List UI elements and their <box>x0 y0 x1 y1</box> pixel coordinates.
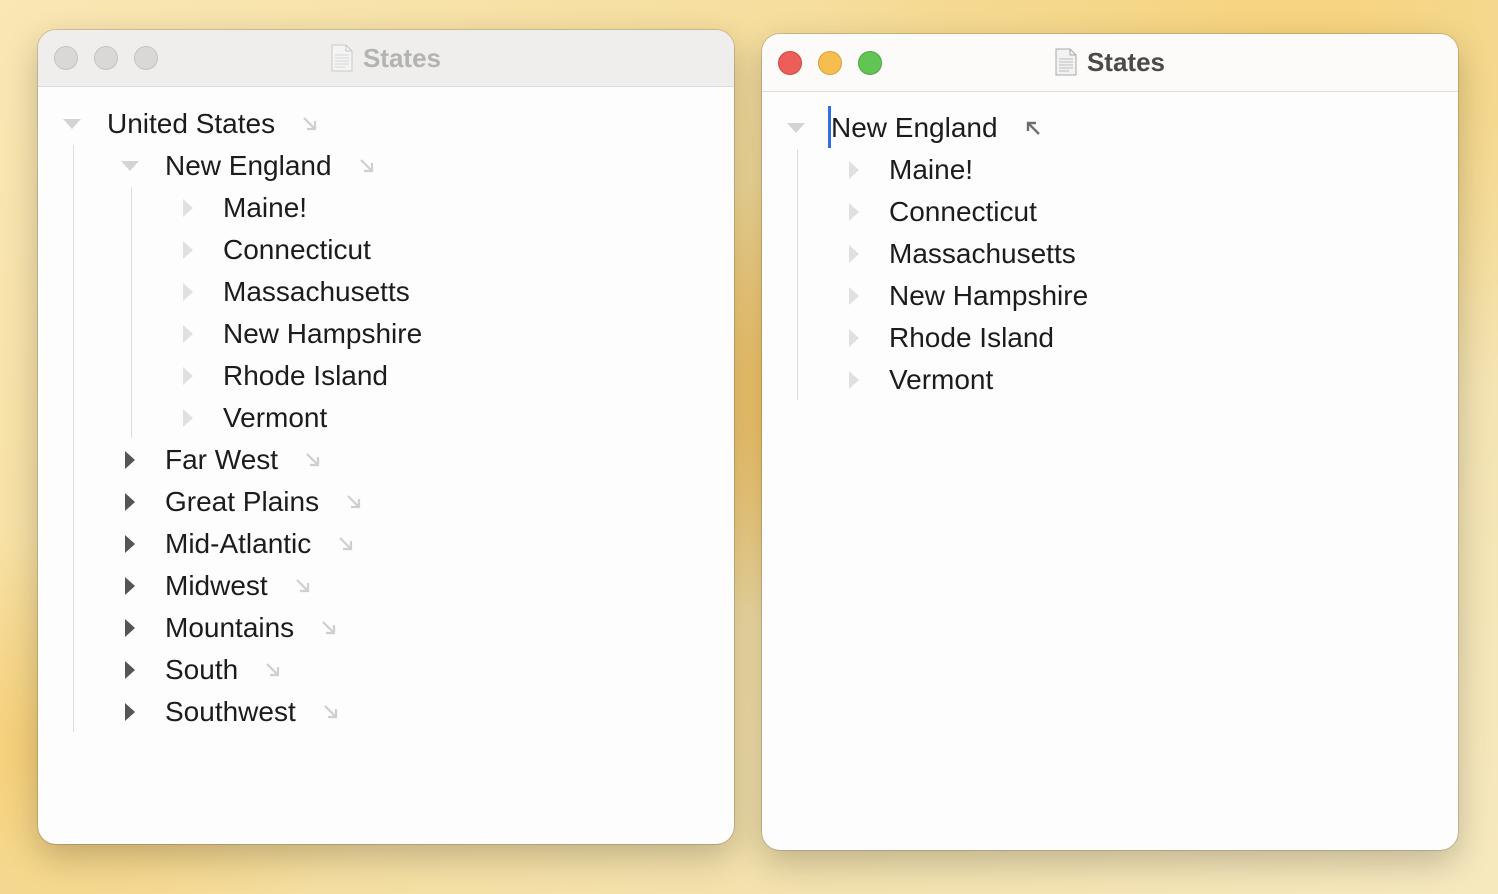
triangle-right-icon[interactable] <box>117 440 143 480</box>
triangle-right-icon[interactable] <box>841 150 867 190</box>
outline-row-region[interactable]: Midwest <box>117 566 316 606</box>
triangle-right-icon[interactable] <box>175 398 201 438</box>
window-title-text: States <box>1086 46 1166 77</box>
row-label[interactable]: Massachusetts <box>889 238 1076 270</box>
outline-row-state[interactable]: Massachusetts <box>175 272 410 312</box>
arrow-down-right-icon[interactable] <box>300 447 326 473</box>
row-label[interactable]: Far West <box>165 444 278 476</box>
row-label[interactable]: Midwest <box>165 570 268 602</box>
outline-row-state[interactable]: Maine! <box>841 150 973 190</box>
triangle-right-icon[interactable] <box>175 272 201 312</box>
arrow-down-right-icon[interactable] <box>297 111 323 137</box>
triangle-right-icon[interactable] <box>841 234 867 274</box>
triangle-right-icon[interactable] <box>175 230 201 270</box>
triangle-right-icon[interactable] <box>117 650 143 690</box>
window-title-text: States <box>362 42 442 73</box>
row-label[interactable]: New England <box>831 112 998 144</box>
indent-guide <box>131 187 132 438</box>
outline-row-region[interactable]: Far West <box>117 440 326 480</box>
outline-row-state[interactable]: New Hampshire <box>841 276 1088 316</box>
arrow-down-right-icon[interactable] <box>333 531 359 557</box>
arrow-down-right-icon[interactable] <box>341 489 367 515</box>
states-window-active[interactable]: States New England Maine! Connecticut Ma… <box>762 34 1458 850</box>
triangle-right-icon[interactable] <box>841 276 867 316</box>
document-icon <box>1055 48 1077 76</box>
outline-row-state[interactable]: Rhode Island <box>841 318 1054 358</box>
triangle-down-icon[interactable] <box>783 108 809 148</box>
triangle-right-icon[interactable] <box>117 482 143 522</box>
triangle-right-icon[interactable] <box>117 566 143 606</box>
outline-row-region[interactable]: Mountains <box>117 608 342 648</box>
outline-row-region[interactable]: Great Plains <box>117 482 367 522</box>
row-label[interactable]: South <box>165 654 238 686</box>
arrow-down-right-icon[interactable] <box>260 657 286 683</box>
window-title: States <box>38 30 734 86</box>
outline-row-state[interactable]: Vermont <box>175 398 327 438</box>
outline-row-region[interactable]: South <box>117 650 286 690</box>
row-label[interactable]: United States <box>107 108 275 140</box>
triangle-right-icon[interactable] <box>841 318 867 358</box>
outline-row-new-england[interactable]: New England <box>783 108 1046 148</box>
title-bar[interactable]: States <box>38 30 734 87</box>
window-title: States <box>762 34 1458 90</box>
outline-row-state[interactable]: Connecticut <box>175 230 371 270</box>
arrow-up-left-icon[interactable] <box>1020 115 1046 141</box>
outline-row-region[interactable]: Southwest <box>117 692 344 732</box>
arrow-down-right-icon[interactable] <box>354 153 380 179</box>
outline-row-state[interactable]: New Hampshire <box>175 314 422 354</box>
row-label[interactable]: Massachusetts <box>223 276 410 308</box>
outline-row-state[interactable]: Vermont <box>841 360 993 400</box>
outline-row-united-states[interactable]: United States <box>59 104 323 144</box>
row-label[interactable]: Maine! <box>223 192 307 224</box>
triangle-right-icon[interactable] <box>841 360 867 400</box>
indent-guide <box>797 149 798 400</box>
row-label[interactable]: Rhode Island <box>223 360 388 392</box>
row-label[interactable]: New Hampshire <box>889 280 1088 312</box>
triangle-right-icon[interactable] <box>117 608 143 648</box>
row-label[interactable]: Connecticut <box>223 234 371 266</box>
triangle-right-icon[interactable] <box>175 356 201 396</box>
arrow-down-right-icon[interactable] <box>316 615 342 641</box>
row-label[interactable]: Connecticut <box>889 196 1037 228</box>
outline-row-state[interactable]: Connecticut <box>841 192 1037 232</box>
row-label[interactable]: Rhode Island <box>889 322 1054 354</box>
document-icon <box>331 44 353 72</box>
triangle-right-icon[interactable] <box>117 692 143 732</box>
row-label[interactable]: Vermont <box>889 364 993 396</box>
arrow-down-right-icon[interactable] <box>318 699 344 725</box>
arrow-down-right-icon[interactable] <box>290 573 316 599</box>
triangle-right-icon[interactable] <box>117 524 143 564</box>
row-label[interactable]: Great Plains <box>165 486 319 518</box>
row-label[interactable]: Maine! <box>889 154 973 186</box>
outline-row-new-england[interactable]: New England <box>117 146 380 186</box>
triangle-right-icon[interactable] <box>841 192 867 232</box>
row-label[interactable]: Mid-Atlantic <box>165 528 311 560</box>
states-window-inactive[interactable]: States United States New England Maine! … <box>38 30 734 844</box>
row-label[interactable]: New Hampshire <box>223 318 422 350</box>
outline-row-state[interactable]: Rhode Island <box>175 356 388 396</box>
triangle-down-icon[interactable] <box>117 146 143 186</box>
row-label[interactable]: Vermont <box>223 402 327 434</box>
title-bar[interactable]: States <box>762 34 1458 92</box>
triangle-right-icon[interactable] <box>175 188 201 228</box>
row-label[interactable]: New England <box>165 150 332 182</box>
row-label[interactable]: Southwest <box>165 696 296 728</box>
indent-guide <box>73 145 74 732</box>
row-label[interactable]: Mountains <box>165 612 294 644</box>
triangle-down-icon[interactable] <box>59 104 85 144</box>
outline-row-region[interactable]: Mid-Atlantic <box>117 524 359 564</box>
triangle-right-icon[interactable] <box>175 314 201 354</box>
outline-row-state[interactable]: Massachusetts <box>841 234 1076 274</box>
outline-row-state[interactable]: Maine! <box>175 188 307 228</box>
